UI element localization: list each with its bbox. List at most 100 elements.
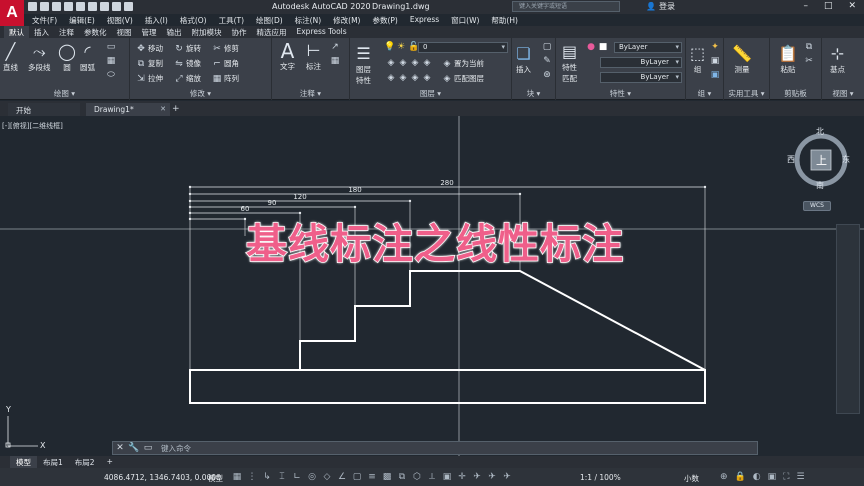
- units-dropdown[interactable]: 小数: [684, 473, 699, 484]
- customization-icon[interactable]: ☰: [796, 472, 804, 482]
- linetype-dropdown[interactable]: ByLayer: [600, 57, 682, 68]
- search-input[interactable]: 键入关键字或短语: [512, 1, 620, 12]
- match-properties-button[interactable]: ▤ 特性 匹配: [562, 42, 577, 84]
- open-file-icon[interactable]: [40, 2, 49, 11]
- close-command-icon[interactable]: ✕: [113, 443, 127, 453]
- block-group-title[interactable]: 块 ▾: [512, 88, 555, 99]
- polyline-button[interactable]: ⤳ 多段线: [28, 42, 51, 73]
- new-file-icon[interactable]: [28, 2, 37, 11]
- auto-scale-icon[interactable]: ✈: [487, 472, 497, 482]
- copy-tool[interactable]: ⧉ 复制: [136, 58, 163, 69]
- stretch-tool[interactable]: ⇲ 拉伸: [136, 73, 163, 84]
- ungroup-icon[interactable]: ✦: [710, 42, 720, 52]
- quick-properties-icon[interactable]: ⊕: [720, 472, 728, 482]
- coordinate-readout[interactable]: 4086.4712, 1346.7403, 0.0000: [104, 473, 221, 482]
- lock-ui-icon[interactable]: 🔒: [735, 472, 746, 482]
- close-button[interactable]: ✕: [848, 1, 856, 11]
- create-block-icon[interactable]: ▢: [542, 42, 552, 52]
- command-line[interactable]: ✕ 🔧 ▭ 键入命令: [112, 441, 758, 455]
- grid-icon[interactable]: ▦: [232, 472, 242, 482]
- maximize-button[interactable]: □: [824, 1, 833, 11]
- object-snap-icon[interactable]: ▢: [352, 472, 362, 482]
- polar-icon[interactable]: ◎: [307, 472, 317, 482]
- dimension-button[interactable]: ⊢ 标注: [306, 41, 321, 72]
- save-as-icon[interactable]: [64, 2, 73, 11]
- block-attribute-icon[interactable]: ⊛: [542, 70, 552, 80]
- edit-block-icon[interactable]: ✎: [542, 56, 552, 66]
- layer-on-icon[interactable]: ◈: [386, 73, 396, 83]
- move-tool[interactable]: ✥ 移动: [136, 43, 163, 54]
- tab-annotate[interactable]: 注释: [54, 26, 79, 38]
- menu-file[interactable]: 文件(F): [26, 14, 63, 26]
- add-layout-button[interactable]: +: [101, 456, 119, 468]
- close-tab-icon[interactable]: ✕: [160, 105, 166, 113]
- tab-layout1[interactable]: 布局1: [37, 456, 69, 468]
- save-icon[interactable]: [52, 2, 61, 11]
- redo-icon[interactable]: [124, 2, 133, 11]
- tab-drawing1[interactable]: Drawing1* ✕: [86, 103, 170, 116]
- gizmo-icon[interactable]: ✛: [457, 472, 467, 482]
- ellipse-icon[interactable]: ⬭: [106, 70, 116, 80]
- customize-icon[interactable]: 🔧: [127, 443, 141, 453]
- base-point-button[interactable]: ⊹ 基点: [830, 44, 845, 75]
- menu-format[interactable]: 格式(O): [174, 14, 213, 26]
- color-wheel-icon[interactable]: ●: [586, 42, 596, 52]
- compass-east[interactable]: 东: [842, 154, 850, 165]
- new-tab-button[interactable]: +: [172, 104, 180, 114]
- isolate-objects-icon[interactable]: ◐: [753, 472, 761, 482]
- tab-addins[interactable]: 附加模块: [187, 26, 227, 38]
- infer-icon[interactable]: ↳: [262, 472, 272, 482]
- cut-icon[interactable]: ✂: [804, 56, 814, 66]
- draw-group-title[interactable]: 绘图 ▾: [0, 88, 129, 99]
- view-group-title[interactable]: 视图 ▾: [822, 88, 864, 99]
- login-button[interactable]: 👤 登录: [646, 1, 675, 12]
- tab-insert[interactable]: 插入: [29, 26, 54, 38]
- dynamic-ucs-icon[interactable]: ⟂: [427, 472, 437, 482]
- isodraft-icon[interactable]: ◇: [322, 472, 332, 482]
- hatch-icon[interactable]: ▦: [106, 56, 116, 66]
- scale-tool[interactable]: ⤢ 缩放: [174, 73, 201, 84]
- layer-freeze-icon[interactable]: ◈: [410, 58, 420, 68]
- sun-icon[interactable]: ☀: [396, 42, 406, 52]
- menu-edit[interactable]: 编辑(E): [63, 14, 101, 26]
- copy-clip-icon[interactable]: ⧉: [804, 42, 814, 52]
- modify-group-title[interactable]: 修改 ▾: [130, 88, 271, 99]
- menu-draw[interactable]: 绘图(D): [250, 14, 289, 26]
- menu-express[interactable]: Express: [404, 14, 445, 26]
- menu-dimension[interactable]: 标注(N): [289, 14, 327, 26]
- layer-thaw-icon[interactable]: ◈: [398, 73, 408, 83]
- bulb-icon[interactable]: 💡: [384, 42, 395, 52]
- group-edit-icon[interactable]: ▣: [710, 56, 720, 66]
- plot-icon[interactable]: [100, 2, 109, 11]
- tab-start[interactable]: 开始: [8, 103, 80, 116]
- trim-tool[interactable]: ✂ 修剪: [212, 43, 239, 54]
- lock-icon[interactable]: 🔓: [408, 42, 419, 52]
- tab-model[interactable]: 模型: [10, 456, 37, 468]
- clean-screen-icon[interactable]: ⛶: [783, 472, 789, 482]
- object-snap-tracking-icon[interactable]: ∠: [337, 472, 347, 482]
- minimize-button[interactable]: –: [803, 1, 808, 11]
- tab-view[interactable]: 视图: [112, 26, 137, 38]
- color-swatch-icon[interactable]: ■: [598, 42, 608, 52]
- save-web-icon[interactable]: [88, 2, 97, 11]
- viewcube[interactable]: 上 北 南 东 西: [787, 126, 852, 191]
- menu-insert[interactable]: 插入(I): [139, 14, 174, 26]
- arc-button[interactable]: ◜ 圆弧: [80, 42, 95, 73]
- mirror-tool[interactable]: ⇋ 镜像: [174, 58, 201, 69]
- transparency-icon[interactable]: ▩: [382, 472, 392, 482]
- annotation-scale-dropdown[interactable]: 1:1 / 100%: [580, 473, 621, 482]
- compass-north[interactable]: 北: [816, 126, 824, 137]
- circle-button[interactable]: ◯ 圆: [58, 42, 76, 73]
- layer-unlock-icon[interactable]: ◈: [410, 73, 420, 83]
- paste-button[interactable]: 📋 粘贴: [778, 44, 798, 75]
- layers-group-title[interactable]: 图层 ▾: [350, 88, 511, 99]
- tab-collaborate[interactable]: 协作: [227, 26, 252, 38]
- snap-icon[interactable]: ⋮: [247, 472, 257, 482]
- menu-window[interactable]: 窗口(W): [445, 14, 485, 26]
- undo-icon[interactable]: [112, 2, 121, 11]
- layer-properties-button[interactable]: ☰ 图层 特性: [356, 44, 371, 86]
- wcs-menu[interactable]: WCS: [803, 201, 831, 211]
- selection-filter-icon[interactable]: ▣: [442, 472, 452, 482]
- dynamic-input-icon[interactable]: ⌶: [277, 472, 287, 482]
- menu-help[interactable]: 帮助(H): [485, 14, 524, 26]
